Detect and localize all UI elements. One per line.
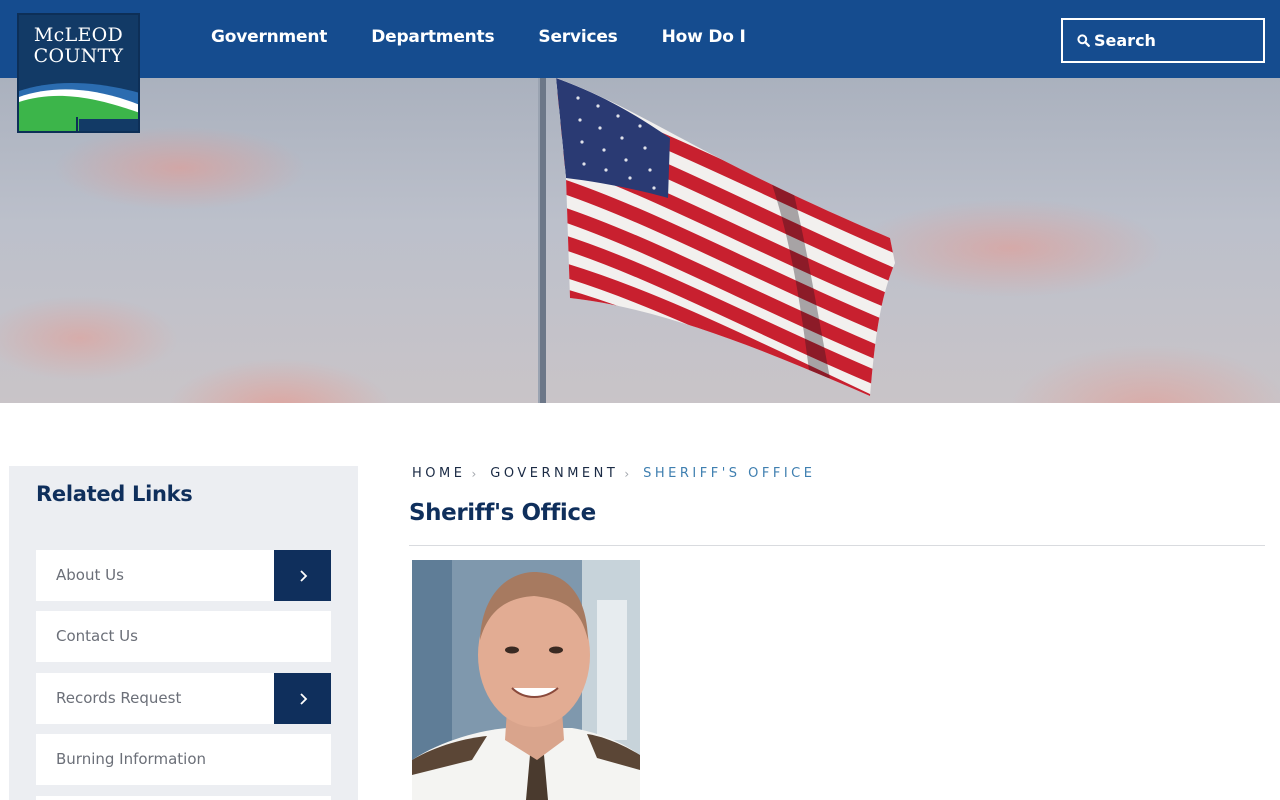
sidebar-item-label: About Us (56, 566, 124, 584)
logo-line-1: McLEOD (33, 24, 124, 46)
sidebar-item-label: Burning Information (56, 750, 206, 768)
breadcrumb: HOME › GOVERNMENT › SHERIFF'S OFFICE (412, 465, 815, 483)
flag-image (538, 78, 895, 403)
site-header: Government Departments Services How Do I… (0, 0, 1280, 78)
sidebar-item-about-us[interactable]: About Us (36, 550, 331, 601)
breadcrumb-current: SHERIFF'S OFFICE (643, 466, 816, 481)
nav-item-services[interactable]: Services (516, 24, 639, 50)
chevron-right-icon (299, 692, 307, 705)
logo-line-2: COUNTY (33, 45, 124, 67)
nav-item-departments[interactable]: Departments (349, 24, 516, 50)
county-logo[interactable]: McLEOD COUNTY (17, 13, 140, 133)
sheriff-photo (412, 560, 640, 800)
breadcrumb-home[interactable]: HOME (412, 465, 465, 483)
breadcrumb-separator-icon: › (624, 467, 630, 481)
search-label: Search (1094, 31, 1156, 50)
sidebar-item-label: Contact Us (56, 627, 138, 645)
sidebar-item-records-request[interactable]: Records Request (36, 673, 331, 724)
sidebar-item-contact-us[interactable]: Contact Us (36, 611, 331, 662)
logo-wordmark: McLEOD COUNTY (19, 25, 138, 67)
sidebar-item-label: Records Request (56, 689, 182, 707)
search-icon (1077, 34, 1090, 47)
sidebar-title: Related Links (36, 482, 193, 506)
expand-submenu-button[interactable] (274, 550, 331, 601)
search-button[interactable]: Search (1061, 18, 1265, 63)
title-divider (409, 545, 1265, 546)
page-title: Sheriff's Office (409, 500, 596, 526)
main-nav: Government Departments Services How Do I (189, 24, 768, 50)
nav-item-how-do-i[interactable]: How Do I (640, 24, 768, 50)
sidebar-item-partial[interactable] (36, 796, 331, 800)
expand-submenu-button[interactable] (274, 673, 331, 724)
nav-item-government[interactable]: Government (189, 24, 349, 50)
logo-landscape-graphic (19, 83, 138, 131)
breadcrumb-separator-icon: › (471, 467, 477, 481)
breadcrumb-government[interactable]: GOVERNMENT (490, 465, 618, 483)
related-links-sidebar: Related Links About Us Contact Us Record… (9, 466, 358, 800)
chevron-right-icon (299, 569, 307, 582)
hero-banner (0, 78, 1280, 403)
sidebar-item-burning-information[interactable]: Burning Information (36, 734, 331, 785)
